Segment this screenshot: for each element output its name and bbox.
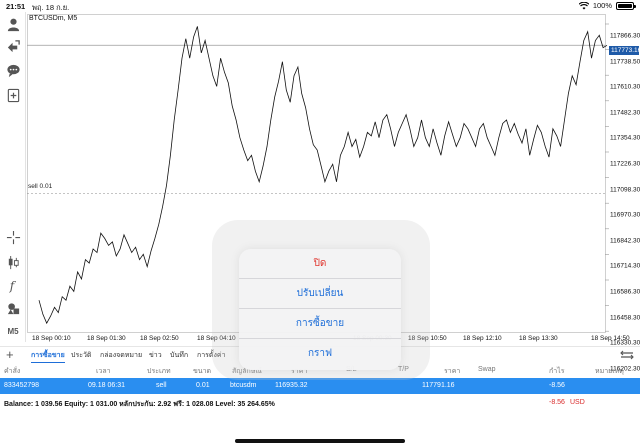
- col-order: คำสั่ง: [4, 368, 21, 375]
- tab-trade[interactable]: การซื้อขาย: [31, 350, 65, 363]
- cell-type: sell: [156, 382, 167, 389]
- col-profit: กำไร: [549, 368, 565, 375]
- account-summary: Balance: 1 039.56 Equity: 1 031.00 หลักป…: [0, 395, 640, 409]
- y-tick-label: 117354.30: [610, 134, 640, 142]
- home-indicator: [235, 439, 405, 443]
- sell-level-label: sell 0.01: [28, 183, 53, 190]
- x-tick-label: 18 Sep 13:30: [519, 335, 558, 342]
- timeframe-button[interactable]: M5: [5, 323, 21, 339]
- add-plus-icon[interactable]: +: [6, 348, 14, 361]
- collapse-panel-icon[interactable]: [620, 349, 634, 361]
- col-type: ประเภท: [147, 368, 171, 375]
- col-price: ราคา: [444, 368, 461, 375]
- col-comment: หมายเหตุ: [595, 368, 624, 375]
- cell-price: 117791.16: [422, 382, 455, 389]
- col-volume: ขนาด: [193, 368, 212, 375]
- y-tick-label: 116458.30: [610, 314, 640, 322]
- cell-time: 09.18 06:31: [88, 382, 125, 389]
- chat-icon[interactable]: [5, 62, 21, 78]
- current-price-tag: 117773.16: [609, 46, 640, 55]
- y-tick-label: 116586.30: [610, 288, 640, 296]
- shapes-icon[interactable]: [5, 300, 21, 316]
- tab-mailbox[interactable]: กล่องจดหมาย: [100, 350, 142, 361]
- x-tick-label: 18 Sep 01:30: [87, 335, 126, 342]
- svg-text:f: f: [8, 279, 16, 293]
- x-tick-label: 18 Sep 00:10: [32, 335, 71, 342]
- menu-item-trade[interactable]: การซื้อขาย: [239, 309, 401, 339]
- total-profit: -8.56: [549, 399, 565, 406]
- y-tick-label: 117866.30: [610, 32, 640, 40]
- menu-item-modify[interactable]: ปรับเปลี่ยน: [239, 279, 401, 309]
- cell-volume: 0.01: [196, 382, 210, 389]
- battery-icon: [616, 1, 636, 10]
- y-tick-label: 117482.30: [610, 109, 640, 117]
- context-menu: ปิด ปรับเปลี่ยน การซื้อขาย กราฟ: [239, 249, 401, 370]
- function-icon[interactable]: f: [5, 277, 21, 293]
- y-tick-label: 116842.30: [610, 237, 640, 245]
- tab-history[interactable]: ประวัติ: [71, 350, 91, 361]
- y-tick-label: 117738.50: [610, 58, 640, 66]
- total-currency: USD: [570, 399, 585, 406]
- y-tick-label: 116970.30: [610, 211, 640, 219]
- x-tick-label: 18 Sep 12:10: [463, 335, 502, 342]
- tab-journal[interactable]: บันทึก: [170, 350, 188, 361]
- cell-symbol: btcusdm: [230, 382, 257, 389]
- y-tick-label: 117226.30: [610, 160, 640, 168]
- menu-item-close[interactable]: ปิด: [239, 249, 401, 279]
- cell-order: 833452798: [4, 382, 40, 389]
- account-icon[interactable]: [5, 16, 21, 32]
- status-bar: 21:51 พฤ. 18 ก.ย. 100%: [0, 0, 640, 12]
- battery-percent: 100%: [592, 1, 612, 10]
- chart-symbol-label: BTCUSDm, M5: [29, 15, 78, 22]
- table-row[interactable]: 833452798 09.18 06:31 sell 0.01 btcusdm …: [0, 378, 640, 394]
- y-tick-label: 117610.30: [610, 83, 640, 91]
- x-tick-label: 18 Sep 02:50: [140, 335, 179, 342]
- status-right: 100%: [578, 1, 636, 10]
- crosshair-icon[interactable]: [5, 229, 21, 245]
- cell-open-price: 116935.32: [275, 382, 308, 389]
- summary-text: Balance: 1 039.56 Equity: 1 031.00 หลักป…: [4, 401, 275, 408]
- menu-item-chart[interactable]: กราฟ: [239, 339, 401, 369]
- status-time: 21:51: [6, 2, 26, 11]
- x-tick-label: 18 Sep 14:50: [591, 335, 630, 342]
- tab-news[interactable]: ข่าว: [149, 350, 162, 361]
- add-indicator-icon[interactable]: [5, 87, 21, 103]
- trade-arrows-icon[interactable]: [5, 38, 21, 54]
- cell-profit: -8.56: [549, 382, 565, 389]
- col-time: เวลา: [96, 368, 111, 375]
- chart-toolbar: f M5: [0, 12, 26, 342]
- y-tick-label: 116714.30: [610, 262, 640, 270]
- candlestick-icon[interactable]: [5, 254, 21, 270]
- wifi-icon: [578, 1, 589, 9]
- col-swap: Swap: [478, 366, 496, 373]
- y-tick-label: 117098.30: [610, 186, 640, 194]
